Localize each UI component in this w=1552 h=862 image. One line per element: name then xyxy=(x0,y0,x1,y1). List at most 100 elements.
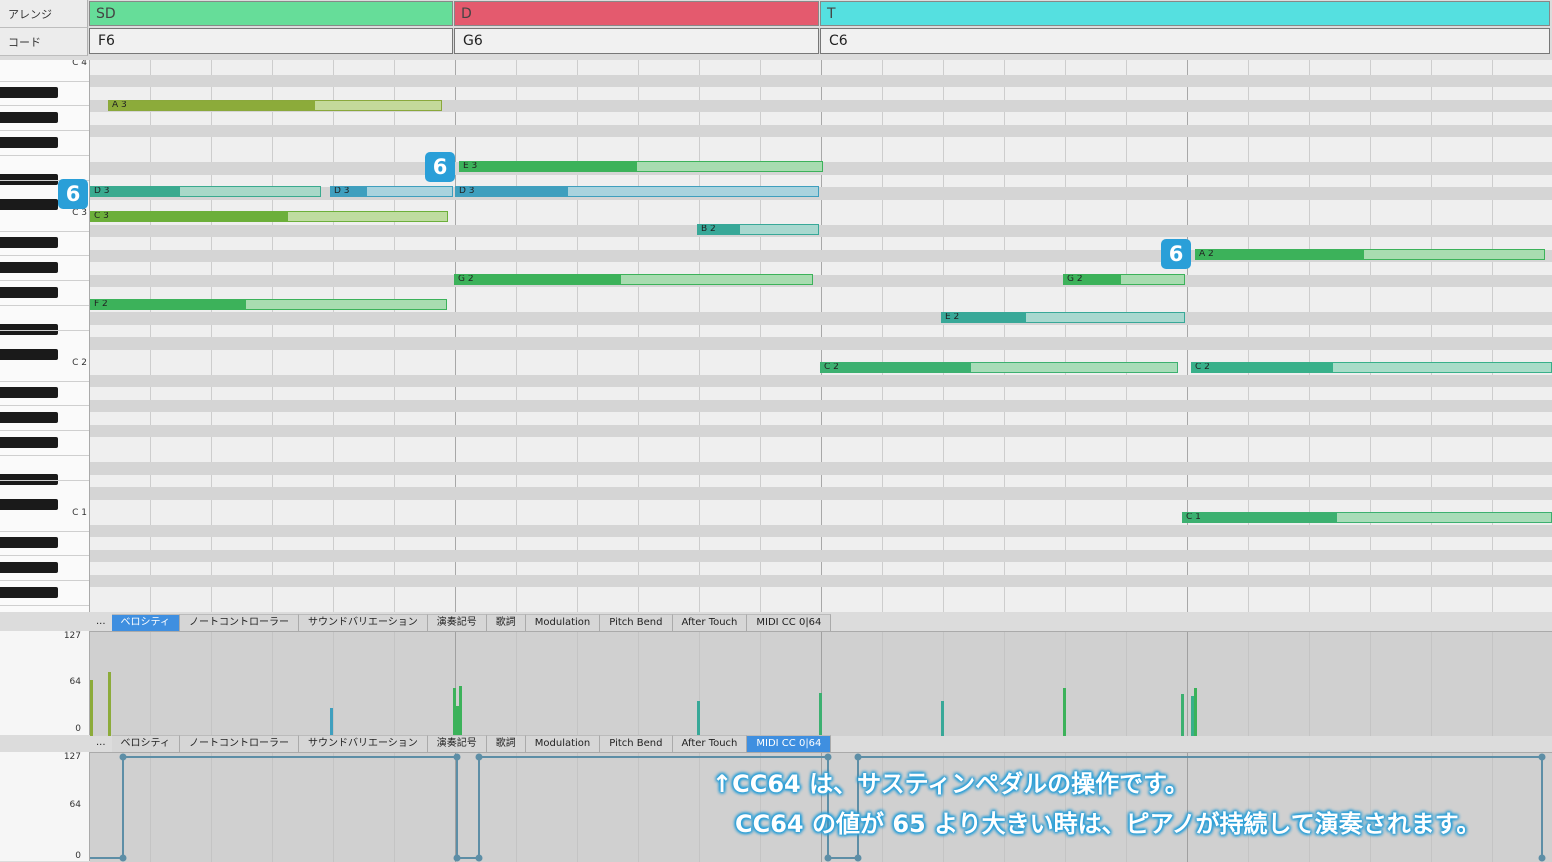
note-b2[interactable]: B 2 xyxy=(697,224,819,235)
note-c3[interactable]: C 3 xyxy=(90,211,448,222)
note-label: A 2 xyxy=(1199,249,1214,259)
note-e2[interactable]: E 2 xyxy=(941,312,1185,323)
tab-articulation[interactable]: 演奏記号 xyxy=(427,735,487,752)
note-g2[interactable]: G 2 xyxy=(1063,274,1185,285)
cc-point[interactable] xyxy=(854,753,862,761)
tab-midi-cc[interactable]: MIDI CC 0|64 xyxy=(747,614,832,631)
chord-f6[interactable]: F6 xyxy=(89,28,453,54)
black-key[interactable] xyxy=(0,87,58,98)
note-c1[interactable]: C 1 xyxy=(1182,512,1552,523)
note-a3[interactable]: A 3 xyxy=(108,100,442,111)
black-key[interactable] xyxy=(0,537,58,548)
tab-note-controller[interactable]: ノートコントローラー xyxy=(179,735,299,752)
cc-point[interactable] xyxy=(119,854,127,862)
black-key-lane xyxy=(90,399,1552,412)
number-badge: 6 xyxy=(425,152,455,182)
note-f2[interactable]: F 2 xyxy=(90,299,447,310)
velocity-bar[interactable] xyxy=(90,680,93,736)
black-key[interactable] xyxy=(0,412,58,423)
section-sd[interactable]: SD xyxy=(89,1,453,26)
note-label: C 2 xyxy=(1195,362,1210,372)
cc-point[interactable] xyxy=(824,753,832,761)
note-c2[interactable]: C 2 xyxy=(820,362,1178,373)
cc-point[interactable] xyxy=(824,854,832,862)
piano-roll-grid[interactable]: A 3 D 3 D 3 D 3 E 3 C 3 B 2 A 2 G 2 G 2 … xyxy=(90,60,1552,612)
chord-g6[interactable]: G6 xyxy=(454,28,819,54)
grid-line xyxy=(1126,632,1127,736)
tab-velocity[interactable]: ベロシティ xyxy=(111,735,180,752)
velocity-bar[interactable] xyxy=(1063,688,1066,736)
black-key[interactable] xyxy=(0,199,58,210)
black-key-lane xyxy=(90,224,1552,237)
tab-sound-variation[interactable]: サウンドバリエーション xyxy=(298,735,428,752)
arrange-row-label: アレンジ xyxy=(0,0,88,28)
black-key[interactable] xyxy=(0,237,58,248)
black-key[interactable] xyxy=(0,587,58,598)
cc-point[interactable] xyxy=(1538,854,1546,862)
piano-keyboard[interactable]: C 4 C 3 C 2 C 1 xyxy=(0,60,90,612)
white-key-divider xyxy=(0,231,89,232)
tab-sound-variation[interactable]: サウンドバリエーション xyxy=(298,614,428,631)
velocity-panel[interactable] xyxy=(90,631,1552,736)
black-key[interactable] xyxy=(0,499,58,510)
section-t-label: T xyxy=(827,5,836,22)
cc-point[interactable] xyxy=(119,753,127,761)
tab-lyrics[interactable]: 歌詞 xyxy=(486,614,526,631)
note-g2[interactable]: G 2 xyxy=(454,274,813,285)
black-key[interactable] xyxy=(0,562,58,573)
note-label: B 2 xyxy=(701,224,716,234)
black-key-lane xyxy=(90,74,1552,87)
cc-scale: 127 64 0 xyxy=(0,752,90,861)
section-d[interactable]: D xyxy=(454,1,819,26)
more-tabs-button[interactable]: ... xyxy=(90,614,112,630)
velocity-bar[interactable] xyxy=(459,686,462,736)
velocity-bar[interactable] xyxy=(819,693,822,736)
velocity-bar[interactable] xyxy=(108,672,111,736)
tab-midi-cc[interactable]: MIDI CC 0|64 xyxy=(747,735,832,752)
caption-line-1: ↑CC64 は、サスティンペダルの操作です。 xyxy=(712,770,1189,798)
black-key[interactable] xyxy=(0,137,58,148)
tab-articulation[interactable]: 演奏記号 xyxy=(427,614,487,631)
tab-after-touch[interactable]: After Touch xyxy=(672,614,748,631)
chord-c6[interactable]: C6 xyxy=(820,28,1550,54)
cc-point[interactable] xyxy=(453,753,461,761)
velocity-bar[interactable] xyxy=(1181,694,1184,736)
black-key[interactable] xyxy=(0,287,58,298)
white-key-divider xyxy=(0,555,89,556)
note-d3[interactable]: D 3 xyxy=(455,186,819,197)
note-a2[interactable]: A 2 xyxy=(1195,249,1545,260)
tab-modulation[interactable]: Modulation xyxy=(525,735,601,752)
section-t[interactable]: T xyxy=(820,1,1550,26)
tab-after-touch[interactable]: After Touch xyxy=(672,735,748,752)
velocity-bar[interactable] xyxy=(330,708,333,736)
note-e3[interactable]: E 3 xyxy=(459,161,823,172)
velocity-bar[interactable] xyxy=(1194,688,1197,736)
note-c2[interactable]: C 2 xyxy=(1191,362,1552,373)
velocity-bar[interactable] xyxy=(941,701,944,736)
note-d3[interactable]: D 3 xyxy=(330,186,453,197)
note-d3[interactable]: D 3 xyxy=(90,186,321,197)
tab-modulation[interactable]: Modulation xyxy=(525,614,601,631)
tab-note-controller[interactable]: ノートコントローラー xyxy=(179,614,299,631)
cc-point[interactable] xyxy=(475,854,483,862)
velocity-bar[interactable] xyxy=(697,701,700,736)
cc-point[interactable] xyxy=(453,854,461,862)
white-key-divider xyxy=(0,155,89,156)
tab-pitch-bend[interactable]: Pitch Bend xyxy=(600,735,673,752)
black-key[interactable] xyxy=(0,437,58,448)
black-key-lane xyxy=(90,312,1552,325)
cc-point[interactable] xyxy=(1538,753,1546,761)
black-key[interactable] xyxy=(0,387,58,398)
black-key-lane xyxy=(90,524,1552,537)
black-key[interactable] xyxy=(0,349,58,360)
tab-velocity[interactable]: ベロシティ xyxy=(111,614,180,631)
black-key[interactable] xyxy=(0,262,58,273)
cc-point[interactable] xyxy=(854,854,862,862)
white-key-divider xyxy=(0,130,89,131)
more-tabs-button[interactable]: ... xyxy=(90,735,112,751)
cc-point[interactable] xyxy=(475,753,483,761)
tab-pitch-bend[interactable]: Pitch Bend xyxy=(600,614,673,631)
note-label: E 3 xyxy=(463,161,478,171)
tab-lyrics[interactable]: 歌詞 xyxy=(486,735,526,752)
black-key[interactable] xyxy=(0,112,58,123)
